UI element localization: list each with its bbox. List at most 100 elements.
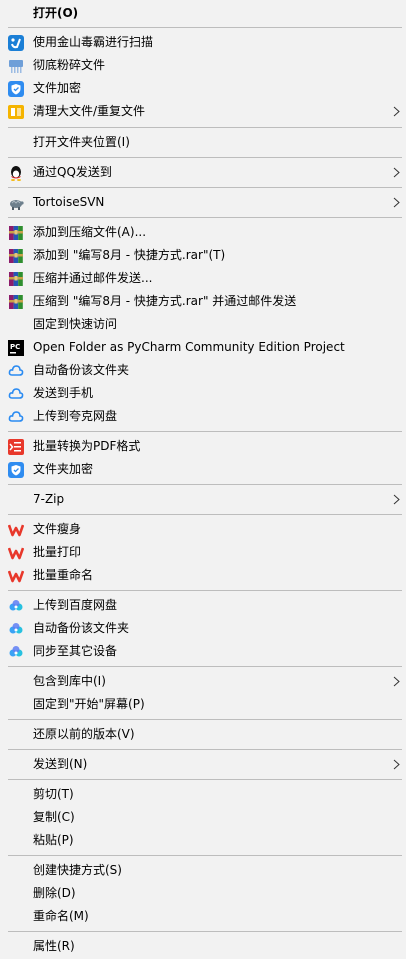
pycharm-icon: PC <box>8 340 24 356</box>
qq-penguin-icon <box>11 166 21 181</box>
separator <box>8 157 402 158</box>
chevron-right-icon <box>393 106 400 117</box>
menu-item-open-folder-location[interactable]: 打开文件夹位置(I) <box>0 131 406 154</box>
chevron-right-icon <box>393 759 400 770</box>
menu-item-label: 发送到(N) <box>33 757 88 771</box>
menu-item-pin-to-start[interactable]: 固定到"开始"屏幕(P) <box>0 693 406 716</box>
menu-item-compress-named-and-email[interactable]: 压缩到 "编写8月 - 快捷方式.rar" 并通过邮件发送 <box>0 290 406 313</box>
menu-item-label: 文件瘦身 <box>33 522 82 536</box>
context-menu: 打开(O) 使用金山毒霸进行扫描 彻底粉碎文件 文件加密 清理大文件/重复文件 … <box>0 0 406 959</box>
menu-item-label: 粘贴(P) <box>33 833 74 847</box>
baidu-netdisk-icon <box>9 646 23 657</box>
separator <box>8 931 402 932</box>
menu-item-kingsoft-scan[interactable]: 使用金山毒霸进行扫描 <box>0 31 406 54</box>
menu-item-label: 删除(D) <box>33 886 76 900</box>
shield-lock-icon <box>8 462 24 478</box>
menu-item-batch-print[interactable]: 批量打印 <box>0 541 406 564</box>
svg-text:PC: PC <box>10 343 20 351</box>
separator <box>8 127 402 128</box>
menu-item-label: 批量重命名 <box>33 568 94 582</box>
baidu-netdisk-icon <box>9 600 23 611</box>
menu-item-sync-devices[interactable]: 同步至其它设备 <box>0 640 406 663</box>
menu-item-label: 剪切(T) <box>33 787 74 801</box>
menu-item-label: 上传到百度网盘 <box>33 598 118 612</box>
menu-item-add-to-archive[interactable]: 添加到压缩文件(A)... <box>0 221 406 244</box>
menu-item-label: 添加到 "编写8月 - 快捷方式.rar"(T) <box>33 248 226 262</box>
menu-item-file-encrypt[interactable]: 文件加密 <box>0 77 406 100</box>
menu-item-label: 发送到手机 <box>33 386 94 400</box>
menu-item-copy[interactable]: 复制(C) <box>0 806 406 829</box>
chevron-right-icon <box>393 676 400 687</box>
separator <box>8 514 402 515</box>
menu-item-delete[interactable]: 删除(D) <box>0 882 406 905</box>
menu-item-quark-auto-backup[interactable]: 自动备份该文件夹 <box>0 359 406 382</box>
menu-item-create-shortcut[interactable]: 创建快捷方式(S) <box>0 859 406 882</box>
menu-item-label: 使用金山毒霸进行扫描 <box>33 35 154 49</box>
menu-item-open[interactable]: 打开(O) <box>0 2 406 25</box>
wps-icon <box>8 570 24 583</box>
menu-item-label: 清理大文件/重复文件 <box>33 104 146 118</box>
menu-item-paste[interactable]: 粘贴(P) <box>0 829 406 852</box>
menu-item-pin-quick-access[interactable]: 固定到快速访问 <box>0 313 406 336</box>
menu-item-compress-and-email[interactable]: 压缩并通过邮件发送... <box>0 267 406 290</box>
menu-item-label: 自动备份该文件夹 <box>33 363 130 377</box>
chevron-right-icon <box>393 197 400 208</box>
menu-item-label: 通过QQ发送到 <box>33 165 112 179</box>
menu-item-restore-previous-versions[interactable]: 还原以前的版本(V) <box>0 723 406 746</box>
separator <box>8 187 402 188</box>
menu-item-folder-encrypt[interactable]: 文件夹加密 <box>0 458 406 481</box>
menu-item-rename[interactable]: 重命名(M) <box>0 905 406 928</box>
menu-item-send-to[interactable]: 发送到(N) <box>0 753 406 776</box>
menu-item-properties[interactable]: 属性(R) <box>0 935 406 958</box>
menu-item-label: 复制(C) <box>33 810 75 824</box>
menu-item-send-via-qq[interactable]: 通过QQ发送到 <box>0 161 406 184</box>
menu-item-label: 批量打印 <box>33 545 82 559</box>
menu-item-include-in-library[interactable]: 包含到库中(I) <box>0 670 406 693</box>
menu-item-tortoise-svn[interactable]: TortoiseSVN <box>0 191 406 214</box>
menu-item-label: Open Folder as PyCharm Community Edition… <box>33 340 345 354</box>
menu-item-file-slim[interactable]: 文件瘦身 <box>0 518 406 541</box>
menu-item-batch-rename[interactable]: 批量重命名 <box>0 564 406 587</box>
winrar-icon <box>9 295 23 309</box>
quark-cloud-icon <box>8 388 24 399</box>
menu-item-baidu-auto-backup[interactable]: 自动备份该文件夹 <box>0 617 406 640</box>
menu-item-label: 同步至其它设备 <box>33 644 118 658</box>
menu-item-upload-baidu[interactable]: 上传到百度网盘 <box>0 594 406 617</box>
menu-item-send-to-phone[interactable]: 发送到手机 <box>0 382 406 405</box>
menu-item-label: 压缩并通过邮件发送... <box>33 271 153 285</box>
separator <box>8 590 402 591</box>
separator <box>8 431 402 432</box>
menu-item-label: 打开(O) <box>33 6 79 20</box>
menu-item-label: TortoiseSVN <box>33 195 105 209</box>
separator <box>8 217 402 218</box>
cleanup-icon <box>8 105 24 119</box>
menu-item-add-to-named-rar[interactable]: 添加到 "编写8月 - 快捷方式.rar"(T) <box>0 244 406 267</box>
menu-item-open-in-pycharm[interactable]: PC Open Folder as PyCharm Community Edit… <box>0 336 406 359</box>
shield-lock-icon <box>8 81 24 97</box>
menu-item-label: 重命名(M) <box>33 909 89 923</box>
menu-item-7zip[interactable]: 7-Zip <box>0 488 406 511</box>
menu-item-label: 包含到库中(I) <box>33 674 106 688</box>
menu-item-upload-quark[interactable]: 上传到夸克网盘 <box>0 405 406 428</box>
menu-item-label: 彻底粉碎文件 <box>33 58 106 72</box>
menu-item-shred-file[interactable]: 彻底粉碎文件 <box>0 54 406 77</box>
separator <box>8 749 402 750</box>
menu-item-label: 创建快捷方式(S) <box>33 863 122 877</box>
menu-item-label: 7-Zip <box>33 492 65 506</box>
menu-item-label: 自动备份该文件夹 <box>33 621 130 635</box>
pdf-convert-icon <box>8 439 24 455</box>
menu-item-label: 属性(R) <box>33 939 75 953</box>
quark-cloud-icon <box>8 411 24 422</box>
separator <box>8 855 402 856</box>
quark-cloud-icon <box>8 365 24 376</box>
menu-item-batch-pdf[interactable]: 批量转换为PDF格式 <box>0 435 406 458</box>
menu-item-cleanup[interactable]: 清理大文件/重复文件 <box>0 100 406 123</box>
menu-item-label: 添加到压缩文件(A)... <box>33 225 147 239</box>
winrar-icon <box>9 249 23 263</box>
menu-item-label: 打开文件夹位置(I) <box>33 135 130 149</box>
menu-item-label: 还原以前的版本(V) <box>33 727 135 741</box>
menu-item-cut[interactable]: 剪切(T) <box>0 783 406 806</box>
shredder-icon <box>9 60 23 73</box>
menu-item-label: 压缩到 "编写8月 - 快捷方式.rar" 并通过邮件发送 <box>33 294 297 308</box>
separator <box>8 27 402 28</box>
